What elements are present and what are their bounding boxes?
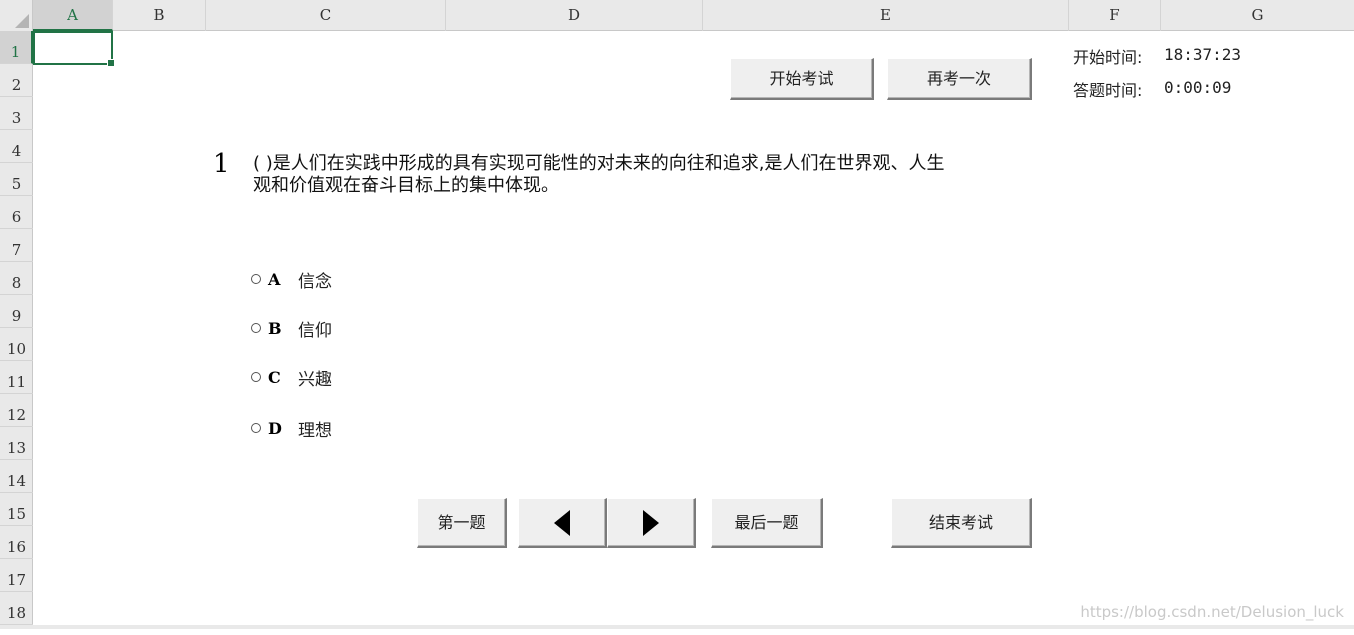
last-question-label: 最后一题 (734, 513, 799, 532)
elapsed-time-value: 0:00:09 (1164, 78, 1232, 97)
first-question-button[interactable]: 第一题 (417, 498, 507, 548)
option-d[interactable]: D 理想 (251, 417, 332, 441)
select-all-corner[interactable] (0, 0, 33, 31)
row-header-18[interactable]: 18 (0, 592, 33, 625)
question-number: 1 (213, 149, 230, 179)
row-header-11[interactable]: 11 (0, 361, 33, 394)
next-question-button[interactable] (607, 498, 696, 548)
start-exam-label: 开始考试 (769, 69, 834, 88)
retake-exam-button[interactable]: 再考一次 (887, 58, 1032, 100)
question-text-line-1: ( )是人们在实践中形成的具有实现可能性的对未来的向往和追求,是人们在世界观、人… (253, 153, 945, 174)
row-header-6[interactable]: 6 (0, 196, 33, 229)
row-header-8[interactable]: 8 (0, 262, 33, 295)
radio-icon[interactable] (251, 423, 261, 433)
row-header-12[interactable]: 12 (0, 394, 33, 427)
previous-question-button[interactable] (518, 498, 607, 548)
bottom-edge (0, 625, 1354, 629)
option-c-text: 兴趣 (298, 369, 332, 390)
question-text-line-2: 观和价值观在奋斗目标上的集中体现。 (253, 175, 559, 196)
question-text: ( )是人们在实践中形成的具有实现可能性的对未来的向往和追求,是人们在世界观、人… (253, 153, 1073, 197)
column-header-b[interactable]: B (113, 0, 206, 31)
elapsed-time-label: 答题时间: (1073, 81, 1143, 100)
selected-cell-a1[interactable] (33, 31, 115, 67)
end-exam-button[interactable]: 结束考试 (891, 498, 1032, 548)
arrow-right-icon (643, 510, 659, 536)
option-a[interactable]: A 信念 (251, 268, 332, 292)
row-header-3[interactable]: 3 (0, 97, 33, 130)
column-header-bar: A B C D E F G (0, 0, 1354, 31)
row-header-bar: 1 2 3 4 5 6 7 8 9 10 11 12 13 14 15 16 1… (0, 31, 33, 629)
row-header-10[interactable]: 10 (0, 328, 33, 361)
last-question-button[interactable]: 最后一题 (711, 498, 823, 548)
column-header-f[interactable]: F (1069, 0, 1161, 31)
first-question-label: 第一题 (437, 513, 486, 532)
row-header-7[interactable]: 7 (0, 229, 33, 262)
watermark: https://blog.csdn.net/Delusion_luck (1080, 603, 1344, 621)
start-time-label: 开始时间: (1073, 48, 1143, 67)
column-header-e[interactable]: E (703, 0, 1069, 31)
row-header-5[interactable]: 5 (0, 163, 33, 196)
row-header-16[interactable]: 16 (0, 526, 33, 559)
retake-exam-label: 再考一次 (926, 69, 991, 88)
column-header-d[interactable]: D (446, 0, 703, 31)
column-header-a[interactable]: A (33, 0, 113, 31)
row-header-2[interactable]: 2 (0, 64, 33, 97)
option-d-letter: D (268, 418, 282, 438)
option-a-letter: A (268, 269, 281, 289)
radio-icon[interactable] (251, 323, 261, 333)
select-all-triangle-icon (15, 14, 29, 28)
arrow-left-icon (554, 510, 570, 536)
row-header-15[interactable]: 15 (0, 493, 33, 526)
option-c-letter: C (268, 367, 281, 387)
fill-handle[interactable] (107, 59, 115, 67)
column-header-g[interactable]: G (1161, 0, 1354, 31)
option-b-letter: B (268, 318, 282, 338)
start-time-value: 18:37:23 (1164, 45, 1242, 64)
option-a-text: 信念 (298, 271, 332, 292)
row-header-4[interactable]: 4 (0, 130, 33, 163)
start-exam-button[interactable]: 开始考试 (730, 58, 874, 100)
option-c[interactable]: C 兴趣 (251, 366, 332, 390)
row-header-9[interactable]: 9 (0, 295, 33, 328)
radio-icon[interactable] (251, 274, 261, 284)
end-exam-label: 结束考试 (928, 513, 993, 532)
option-b[interactable]: B 信仰 (251, 317, 332, 341)
row-header-13[interactable]: 13 (0, 427, 33, 460)
row-header-17[interactable]: 17 (0, 559, 33, 592)
option-d-text: 理想 (298, 420, 332, 441)
radio-icon[interactable] (251, 372, 261, 382)
row-header-14[interactable]: 14 (0, 460, 33, 493)
option-b-text: 信仰 (298, 320, 332, 341)
column-header-c[interactable]: C (206, 0, 446, 31)
row-header-1[interactable]: 1 (0, 31, 33, 64)
